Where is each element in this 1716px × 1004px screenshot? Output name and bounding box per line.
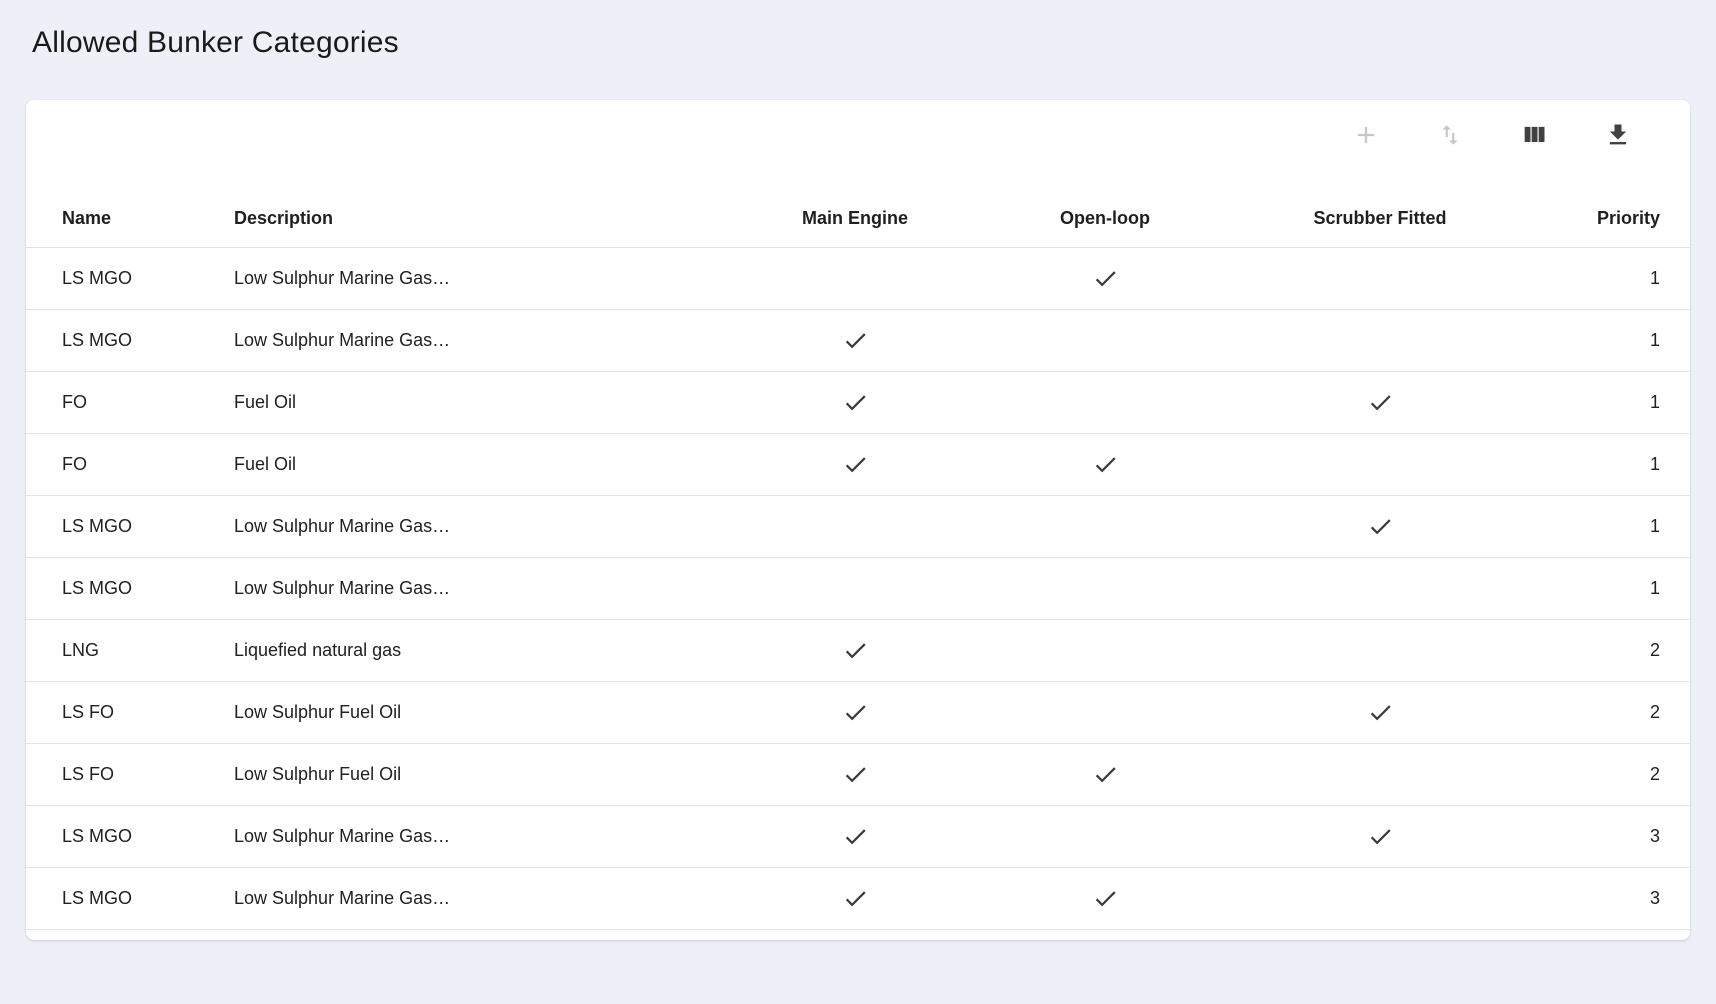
open-loop-cell	[980, 265, 1230, 292]
main-engine-cell	[730, 637, 980, 664]
table-row[interactable]: LS FOLow Sulphur Fuel Oil 2	[26, 744, 1690, 806]
name-cell: LS MGO	[26, 516, 234, 537]
priority-cell: 1	[1530, 268, 1690, 289]
check-icon	[1092, 265, 1119, 292]
column-header-name[interactable]: Name	[26, 208, 234, 229]
columns-button[interactable]	[1516, 117, 1552, 153]
description-cell: Low Sulphur Marine Gas…	[234, 330, 730, 351]
check-icon	[1367, 823, 1394, 850]
check-icon	[1092, 885, 1119, 912]
priority-cell: 2	[1530, 764, 1690, 785]
priority-cell: 1	[1530, 516, 1690, 537]
description-cell: Fuel Oil	[234, 392, 730, 413]
check-icon	[1092, 761, 1119, 788]
description-cell: Liquefied natural gas	[234, 640, 730, 661]
main-engine-cell	[730, 885, 980, 912]
download-icon	[1604, 121, 1632, 149]
name-cell: FO	[26, 392, 234, 413]
check-icon	[842, 637, 869, 664]
main-engine-cell	[730, 389, 980, 416]
sort-arrows-icon	[1437, 122, 1463, 148]
description-cell: Low Sulphur Marine Gas…	[234, 888, 730, 909]
check-icon	[842, 699, 869, 726]
check-icon	[842, 389, 869, 416]
table-card: NameDescriptionMain EngineOpen-loopScrub…	[26, 100, 1690, 940]
name-cell: LS MGO	[26, 578, 234, 599]
bunker-categories-table: NameDescriptionMain EngineOpen-loopScrub…	[26, 190, 1690, 930]
table-row[interactable]: LS MGOLow Sulphur Marine Gas… 1	[26, 310, 1690, 372]
name-cell: LS MGO	[26, 268, 234, 289]
priority-cell: 1	[1530, 330, 1690, 351]
table-row[interactable]: LS FOLow Sulphur Fuel Oil 2	[26, 682, 1690, 744]
name-cell: LNG	[26, 640, 234, 661]
table-toolbar	[26, 100, 1690, 142]
main-engine-cell	[730, 451, 980, 478]
check-icon	[1367, 699, 1394, 726]
description-cell: Fuel Oil	[234, 454, 730, 475]
priority-cell: 3	[1530, 826, 1690, 847]
check-icon	[1367, 389, 1394, 416]
open-loop-cell	[980, 451, 1230, 478]
open-loop-cell	[980, 761, 1230, 788]
table-body: LS MGOLow Sulphur Marine Gas…1LS MGOLow …	[26, 248, 1690, 930]
description-cell: Low Sulphur Marine Gas…	[234, 516, 730, 537]
sort-button[interactable]	[1432, 117, 1468, 153]
column-header-priority[interactable]: Priority	[1530, 208, 1690, 229]
main-engine-cell	[730, 699, 980, 726]
check-icon	[1092, 451, 1119, 478]
description-cell: Low Sulphur Fuel Oil	[234, 702, 730, 723]
columns-icon	[1520, 121, 1548, 149]
scrubber-fitted-cell	[1230, 823, 1530, 850]
page: Allowed Bunker Categories	[0, 0, 1716, 940]
page-title: Allowed Bunker Categories	[32, 26, 1690, 60]
check-icon	[842, 327, 869, 354]
table-row[interactable]: LS MGOLow Sulphur Marine Gas… 3	[26, 868, 1690, 930]
column-header-scrubber-fitted[interactable]: Scrubber Fitted	[1230, 208, 1530, 229]
check-icon	[842, 761, 869, 788]
check-icon	[842, 885, 869, 912]
table-row[interactable]: LNGLiquefied natural gas 2	[26, 620, 1690, 682]
name-cell: FO	[26, 454, 234, 475]
table-row[interactable]: FOFuel Oil 1	[26, 372, 1690, 434]
description-cell: Low Sulphur Fuel Oil	[234, 764, 730, 785]
priority-cell: 1	[1530, 392, 1690, 413]
table-row[interactable]: LS MGOLow Sulphur Marine Gas… 1	[26, 558, 1690, 620]
name-cell: LS FO	[26, 764, 234, 785]
table-row[interactable]: LS MGOLow Sulphur Marine Gas… 1	[26, 496, 1690, 558]
description-cell: Low Sulphur Marine Gas…	[234, 268, 730, 289]
plus-icon	[1352, 121, 1380, 149]
add-button[interactable]	[1348, 117, 1384, 153]
priority-cell: 2	[1530, 702, 1690, 723]
table-row[interactable]: LS MGOLow Sulphur Marine Gas… 3	[26, 806, 1690, 868]
check-icon	[842, 451, 869, 478]
open-loop-cell	[980, 885, 1230, 912]
column-header-description[interactable]: Description	[234, 208, 730, 229]
check-icon	[842, 823, 869, 850]
description-cell: Low Sulphur Marine Gas…	[234, 826, 730, 847]
name-cell: LS MGO	[26, 826, 234, 847]
scrubber-fitted-cell	[1230, 389, 1530, 416]
table-row[interactable]: LS MGOLow Sulphur Marine Gas… 1	[26, 248, 1690, 310]
description-cell: Low Sulphur Marine Gas…	[234, 578, 730, 599]
table-header-row: NameDescriptionMain EngineOpen-loopScrub…	[26, 190, 1690, 248]
table-row[interactable]: FOFuel Oil 1	[26, 434, 1690, 496]
main-engine-cell	[730, 761, 980, 788]
name-cell: LS MGO	[26, 888, 234, 909]
scrubber-fitted-cell	[1230, 699, 1530, 726]
name-cell: LS MGO	[26, 330, 234, 351]
priority-cell: 2	[1530, 640, 1690, 661]
check-icon	[1367, 513, 1394, 540]
column-header-main-engine[interactable]: Main Engine	[730, 208, 980, 229]
scrubber-fitted-cell	[1230, 513, 1530, 540]
download-button[interactable]	[1600, 117, 1636, 153]
priority-cell: 3	[1530, 888, 1690, 909]
name-cell: LS FO	[26, 702, 234, 723]
priority-cell: 1	[1530, 578, 1690, 599]
column-header-open-loop[interactable]: Open-loop	[980, 208, 1230, 229]
priority-cell: 1	[1530, 454, 1690, 475]
main-engine-cell	[730, 327, 980, 354]
main-engine-cell	[730, 823, 980, 850]
